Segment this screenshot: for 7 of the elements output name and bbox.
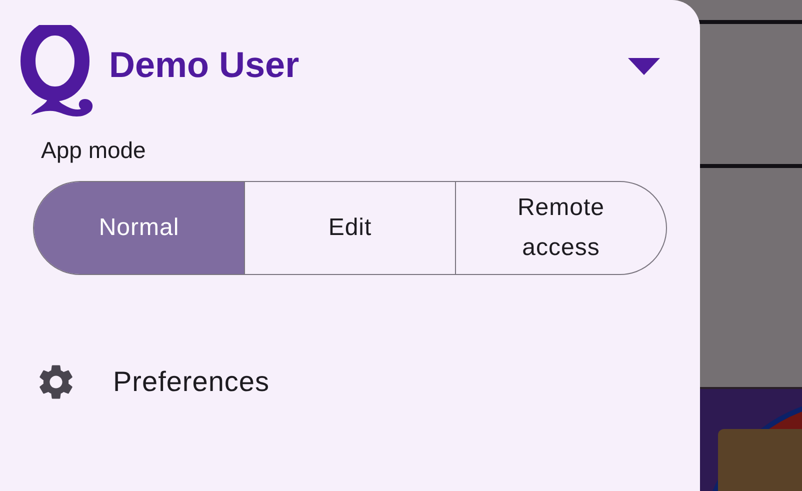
- mode-segment[interactable]: Normal: [34, 182, 244, 274]
- menu-item[interactable]: Preferences: [0, 357, 700, 407]
- user-name: Demo User: [109, 44, 300, 86]
- mode-segment[interactable]: Edit: [244, 182, 455, 274]
- mode-segment[interactable]: Remote access: [455, 182, 666, 274]
- dropdown-caret-icon[interactable]: [628, 58, 660, 75]
- section-label: App mode: [41, 137, 147, 165]
